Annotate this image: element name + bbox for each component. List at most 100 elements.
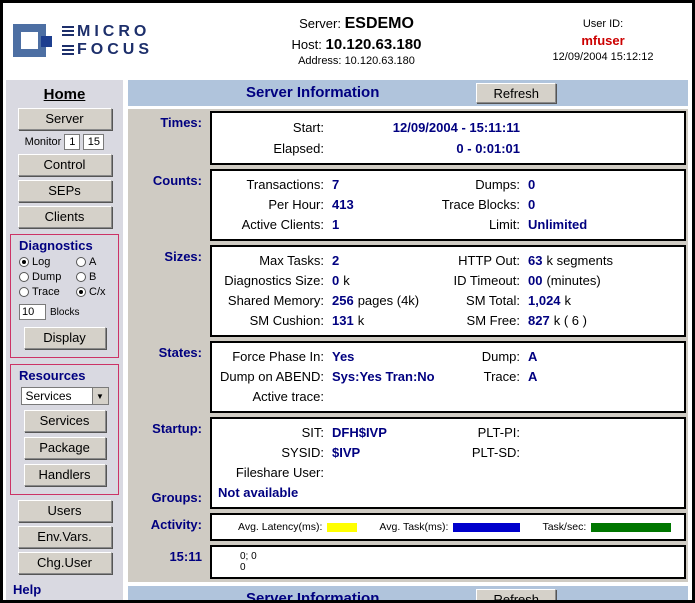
startup-row: Startup: Groups: SIT: DFH$IVP PLT-PI: SY… (130, 417, 686, 509)
field-value: 7 (324, 175, 436, 195)
header-timestamp: 12/09/2004 15:12:12 (524, 50, 682, 65)
states-box: Force Phase In: Yes Dump: A Dump on ABEN… (210, 341, 686, 413)
history-row: 15:11 0; 0 0 (130, 545, 686, 579)
startup-box: SIT: DFH$IVP PLT-PI: SYSID: $IVP PLT-SD: (210, 417, 686, 509)
history-box: 0; 0 0 (210, 545, 686, 579)
diagnostics-radio-group: Log A Dump B Trace C/x (13, 255, 116, 300)
field-label: SM Total: (436, 291, 520, 311)
server-name: ESDEMO (345, 15, 414, 32)
resources-group: Resources Services Services Package Hand… (10, 364, 119, 495)
radio-dump[interactable]: Dump (19, 271, 76, 283)
field-value (324, 387, 436, 407)
field-label: HTTP Out: (436, 251, 520, 271)
server-button[interactable]: Server (18, 108, 112, 130)
legend-latency: Avg. Latency(ms): (238, 521, 357, 533)
activity-row: Activity: Avg. Latency(ms): Avg. Task(ms… (130, 513, 686, 541)
field-label: Limit: (436, 215, 520, 235)
radio-cx[interactable]: C/x (76, 286, 114, 298)
radio-log[interactable]: Log (19, 256, 76, 268)
diagnostics-title: Diagnostics (13, 237, 116, 255)
main-content: Server Information Refresh Times: Start:… (128, 80, 688, 600)
chevron-down-icon[interactable] (92, 388, 108, 404)
times-row: Times: Start: 12/09/2004 - 15:11:11 Elap… (130, 111, 686, 165)
host-label: Host: (292, 37, 322, 52)
env-vars-button[interactable]: Env.Vars. (18, 526, 112, 548)
legend-label: Avg. Task(ms): (379, 521, 448, 533)
field-value: Yes (324, 347, 436, 367)
radio-a[interactable]: A (76, 256, 114, 268)
states-row: States: Force Phase In: Yes Dump: A Dump… (130, 341, 686, 413)
help-heading: Help (13, 582, 121, 597)
field-label: SM Cushion: (212, 311, 324, 331)
counts-box: Transactions: 7 Dumps: 0 Per Hour: 413 T… (210, 169, 686, 241)
field-label: Per Hour: (212, 195, 324, 215)
services-button[interactable]: Services (24, 410, 106, 432)
task-sec-bar-icon (591, 523, 671, 532)
sidebar: Home Server Monitor Control SEPs Clients… (6, 80, 123, 600)
refresh-button-bottom[interactable]: Refresh (476, 589, 556, 603)
times-row-label: Times: (130, 111, 210, 165)
logo-wordmark: MICRO FOCUS (62, 23, 153, 60)
latency-bar-icon (327, 523, 357, 532)
page-title: Server Information (246, 84, 379, 101)
microfocus-logo-icon (11, 20, 55, 62)
field-value: 131k (324, 311, 436, 331)
elapsed-value: 0 - 0:01:01 (324, 138, 520, 159)
history-value: 0; 0 (240, 551, 684, 562)
legend-task-ms: Avg. Task(ms): (379, 521, 520, 533)
handlers-button[interactable]: Handlers (24, 464, 106, 486)
seps-button[interactable]: SEPs (18, 180, 112, 202)
field-label: PLT-PI: (436, 423, 520, 443)
counts-row: Counts: Transactions: 7 Dumps: 0 Per Hou… (130, 169, 686, 241)
title-bar-bottom: Server Information Refresh (128, 586, 688, 603)
resources-select-value: Services (26, 389, 72, 403)
field-label: Dump on ABEND: (212, 367, 324, 387)
elapsed-label: Elapsed: (212, 138, 324, 159)
clients-button[interactable]: Clients (18, 206, 112, 228)
radio-dot-icon (76, 257, 86, 267)
address-label: Address: (298, 55, 341, 67)
field-value (520, 423, 678, 443)
activity-row-label: Activity: (130, 513, 210, 541)
radio-dot-icon (76, 272, 86, 282)
control-button[interactable]: Control (18, 154, 112, 176)
server-label: Server: (299, 16, 341, 31)
user-info: User ID: mfuser 12/09/2004 15:12:12 (524, 17, 682, 64)
counts-row-label: Counts: (130, 169, 210, 241)
field-value: 1 (324, 215, 436, 235)
resources-select[interactable]: Services (21, 387, 109, 405)
package-button[interactable]: Package (24, 437, 106, 459)
server-identity: Server: ESDEMO Host: 10.120.63.180 Addre… (189, 14, 524, 69)
field-value: 827k ( 6 ) (520, 311, 678, 331)
radio-dot-icon (19, 272, 29, 282)
display-button[interactable]: Display (24, 327, 106, 349)
server-info-table: Times: Start: 12/09/2004 - 15:11:11 Elap… (128, 109, 688, 582)
start-label: Start: (212, 117, 324, 138)
field-value (520, 463, 678, 483)
field-label: ID Timeout: (436, 271, 520, 291)
sizes-row-label: Sizes: (130, 245, 210, 337)
logo-square-solid (41, 36, 52, 47)
field-value: 0 (520, 175, 678, 195)
users-button[interactable]: Users (18, 500, 112, 522)
activity-box: Avg. Latency(ms): Avg. Task(ms): Task/se… (210, 513, 686, 541)
refresh-button-top[interactable]: Refresh (476, 83, 556, 103)
radio-trace[interactable]: Trace (19, 286, 76, 298)
app-window: MICRO FOCUS Server: ESDEMO Host: 10.120.… (0, 0, 695, 603)
logo-stripes-icon (62, 26, 74, 37)
radio-dot-icon (19, 257, 29, 267)
field-value: 0k (324, 271, 436, 291)
body: Home Server Monitor Control SEPs Clients… (3, 77, 692, 600)
monitor-count-input[interactable] (83, 134, 104, 150)
user-id-value: mfuser (524, 32, 682, 50)
groups-value: Not available (212, 483, 678, 503)
logo-word-micro: MICRO (77, 23, 150, 41)
sizes-row: Sizes: Max Tasks: 2 HTTP Out: 63k segmen… (130, 245, 686, 337)
field-value (520, 443, 678, 463)
monitor-interval-input[interactable] (64, 134, 80, 150)
chg-user-button[interactable]: Chg.User (18, 552, 112, 574)
radio-b[interactable]: B (76, 271, 114, 283)
field-label: Active Clients: (212, 215, 324, 235)
blocks-input[interactable] (19, 304, 46, 320)
home-link[interactable]: Home (8, 86, 121, 103)
